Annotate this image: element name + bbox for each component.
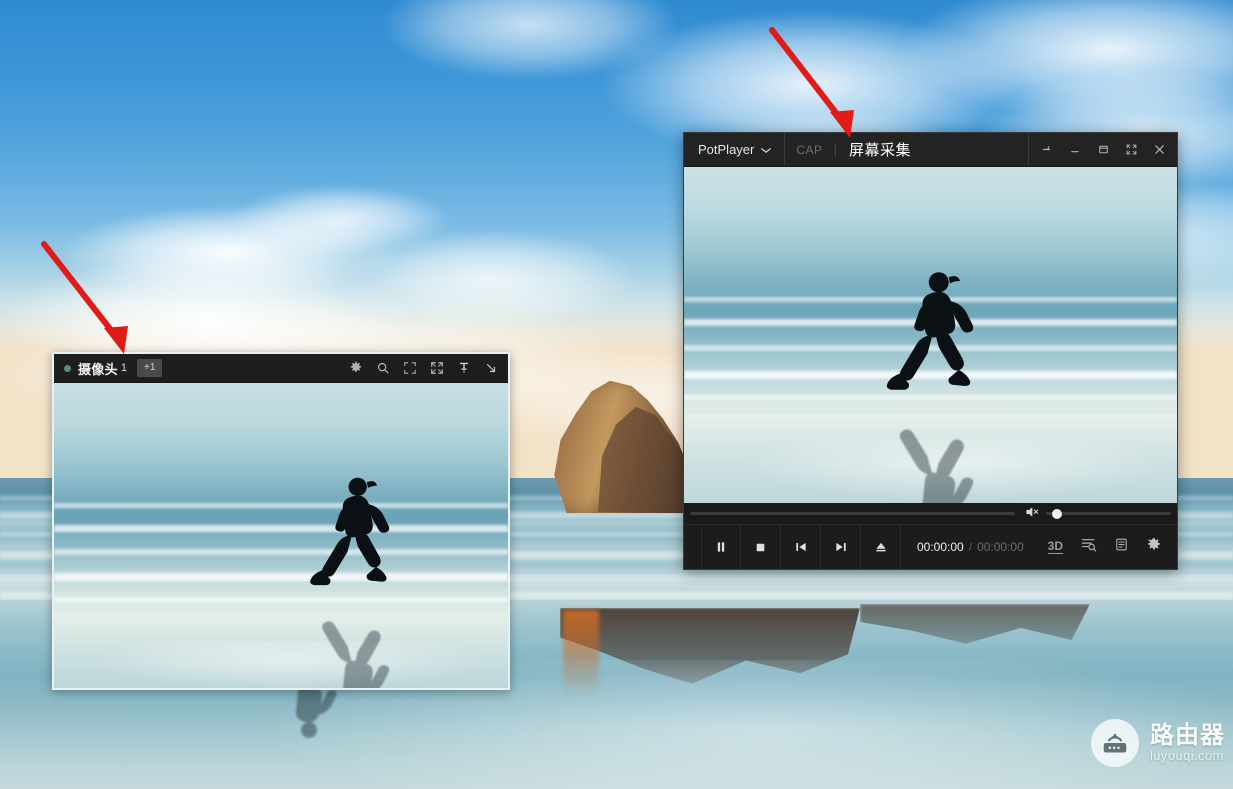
previous-button[interactable] [781, 525, 821, 569]
playlist-icon[interactable] [1114, 537, 1129, 557]
camera-toolbar [349, 361, 502, 375]
pause-button[interactable] [701, 525, 741, 569]
camera-count-badge[interactable]: +1 [137, 359, 163, 377]
fit-icon[interactable] [403, 361, 417, 375]
camera-window[interactable]: 摄像头 1 +1 [52, 352, 510, 690]
playlist-search-icon[interactable] [1080, 537, 1097, 557]
volume-slider[interactable] [1046, 508, 1171, 519]
3d-icon[interactable]: 3D [1047, 540, 1063, 554]
seek-row [684, 503, 1177, 525]
desktop-wallpaper: 摄像头 1 +1 PotPlayer CAP | 屏幕采集 00:00:00 /… [0, 0, 1233, 789]
minimize-corner-icon[interactable] [484, 361, 498, 375]
potplayer-document-title: 屏幕采集 [848, 142, 911, 159]
router-icon [1091, 719, 1139, 767]
potplayer-right-icons: 3D [1047, 537, 1177, 558]
camera-window-title: 摄像头 [78, 361, 118, 377]
search-icon[interactable] [376, 361, 390, 375]
transport-row: 00:00:00 / 00:00:00 3D [684, 525, 1177, 569]
eject-button[interactable] [861, 525, 901, 569]
seek-bar[interactable] [690, 512, 1015, 515]
pin-icon[interactable] [457, 361, 471, 375]
potplayer-runner-reflection [899, 429, 974, 503]
fullscreen-icon[interactable] [430, 361, 444, 375]
camera-video-feed[interactable] [54, 383, 508, 688]
current-time: 00:00:00 [917, 540, 964, 554]
gear-icon[interactable] [349, 361, 363, 375]
watermark-title: 路由器 [1150, 721, 1225, 749]
window-controls [1028, 133, 1177, 166]
camera-titlebar[interactable]: 摄像头 1 +1 [54, 354, 508, 383]
camera-window-index: 1 [120, 362, 128, 374]
potplayer-titlebar[interactable]: PotPlayer CAP | 屏幕采集 [684, 133, 1177, 167]
mute-speaker-icon[interactable] [1025, 505, 1041, 523]
stop-button[interactable] [741, 525, 781, 569]
total-time: 00:00:00 [977, 540, 1024, 554]
fullscreen-icon[interactable] [1117, 133, 1145, 166]
chevron-down-icon[interactable] [761, 142, 772, 157]
minimize-icon[interactable] [1061, 133, 1089, 166]
camera-runner-reflection [322, 621, 390, 688]
camera-runner-silhouette [310, 477, 390, 586]
potplayer-brand-label: PotPlayer [698, 142, 755, 157]
watermark: 路由器 luyouqi.com [1091, 719, 1225, 767]
next-button[interactable] [821, 525, 861, 569]
potplayer-runner-silhouette [886, 272, 974, 390]
camera-status-dot [64, 364, 71, 372]
watermark-domain: luyouqi.com [1150, 748, 1224, 764]
pin-icon[interactable] [1033, 133, 1061, 166]
volume-control[interactable] [1025, 505, 1171, 523]
potplayer-window[interactable]: PotPlayer CAP | 屏幕采集 00:00:00 / 00:00:00… [683, 132, 1178, 570]
potplayer-menu-button[interactable]: PotPlayer [684, 133, 786, 166]
capture-mode-label: CAP [796, 142, 823, 157]
potplayer-video-surface[interactable] [684, 167, 1177, 503]
watermark-text: 路由器 luyouqi.com [1150, 723, 1225, 763]
close-icon[interactable] [1145, 133, 1173, 166]
potplayer-control-bar: 00:00:00 / 00:00:00 3D [684, 503, 1177, 569]
time-display: 00:00:00 / 00:00:00 [901, 540, 1024, 554]
time-separator: / [968, 540, 973, 554]
settings-gear-icon[interactable] [1146, 537, 1162, 558]
volume-knob[interactable] [1052, 508, 1062, 519]
restore-icon[interactable] [1089, 133, 1117, 166]
